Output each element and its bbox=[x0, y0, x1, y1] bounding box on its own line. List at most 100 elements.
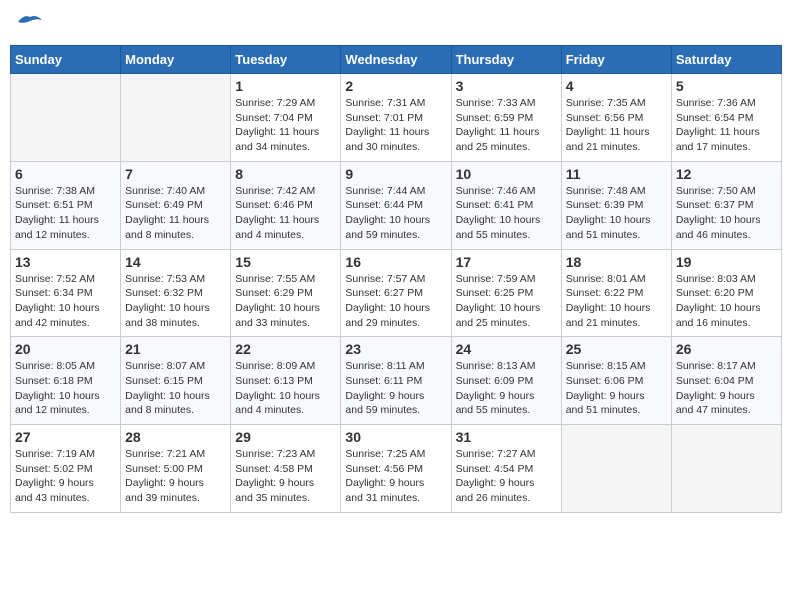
weekday-header: Saturday bbox=[671, 46, 781, 74]
day-info: Sunrise: 8:05 AM Sunset: 6:18 PM Dayligh… bbox=[15, 359, 116, 418]
calendar-week-row: 6 Sunrise: 7:38 AM Sunset: 6:51 PM Daylig… bbox=[11, 161, 782, 249]
day-info: Sunrise: 8:17 AM Sunset: 6:04 PM Dayligh… bbox=[676, 359, 777, 418]
day-info: Sunrise: 8:03 AM Sunset: 6:20 PM Dayligh… bbox=[676, 272, 777, 331]
day-number: 19 bbox=[676, 254, 777, 270]
calendar-cell bbox=[671, 425, 781, 513]
calendar-cell: 27 Sunrise: 7:19 AM Sunset: 5:02 PM Dayli… bbox=[11, 425, 121, 513]
calendar-cell: 25 Sunrise: 8:15 AM Sunset: 6:06 PM Dayli… bbox=[561, 337, 671, 425]
calendar-cell: 12 Sunrise: 7:50 AM Sunset: 6:37 PM Dayli… bbox=[671, 161, 781, 249]
day-info: Sunrise: 7:52 AM Sunset: 6:34 PM Dayligh… bbox=[15, 272, 116, 331]
day-info: Sunrise: 8:07 AM Sunset: 6:15 PM Dayligh… bbox=[125, 359, 226, 418]
calendar-cell: 13 Sunrise: 7:52 AM Sunset: 6:34 PM Dayli… bbox=[11, 249, 121, 337]
day-number: 18 bbox=[566, 254, 667, 270]
day-info: Sunrise: 7:29 AM Sunset: 7:04 PM Dayligh… bbox=[235, 96, 336, 155]
weekday-header: Friday bbox=[561, 46, 671, 74]
calendar-week-row: 27 Sunrise: 7:19 AM Sunset: 5:02 PM Dayli… bbox=[11, 425, 782, 513]
calendar-cell: 24 Sunrise: 8:13 AM Sunset: 6:09 PM Dayli… bbox=[451, 337, 561, 425]
calendar-cell: 10Sunrise: 7:46 AM Sunset: 6:41 PM Dayli… bbox=[451, 161, 561, 249]
day-number: 7 bbox=[125, 166, 226, 182]
day-number: 6 bbox=[15, 166, 116, 182]
day-number: 14 bbox=[125, 254, 226, 270]
calendar-cell: 21 Sunrise: 8:07 AM Sunset: 6:15 PM Dayli… bbox=[121, 337, 231, 425]
day-info: Sunrise: 8:11 AM Sunset: 6:11 PM Dayligh… bbox=[345, 359, 446, 418]
day-info: Sunrise: 7:59 AM Sunset: 6:25 PM Dayligh… bbox=[456, 272, 557, 331]
calendar-header: SundayMondayTuesdayWednesdayThursdayFrid… bbox=[11, 46, 782, 74]
weekday-header: Monday bbox=[121, 46, 231, 74]
day-number: 24 bbox=[456, 341, 557, 357]
calendar-cell: 16 Sunrise: 7:57 AM Sunset: 6:27 PM Dayli… bbox=[341, 249, 451, 337]
day-number: 16 bbox=[345, 254, 446, 270]
weekday-header: Sunday bbox=[11, 46, 121, 74]
day-number: 30 bbox=[345, 429, 446, 445]
logo bbox=[14, 10, 44, 37]
day-info: Sunrise: 7:36 AM Sunset: 6:54 PM Dayligh… bbox=[676, 96, 777, 155]
calendar-cell: 17 Sunrise: 7:59 AM Sunset: 6:25 PM Dayli… bbox=[451, 249, 561, 337]
calendar-cell: 4Sunrise: 7:35 AM Sunset: 6:56 PM Daylig… bbox=[561, 74, 671, 162]
calendar-cell bbox=[11, 74, 121, 162]
day-info: Sunrise: 7:19 AM Sunset: 5:02 PM Dayligh… bbox=[15, 447, 116, 506]
day-info: Sunrise: 7:57 AM Sunset: 6:27 PM Dayligh… bbox=[345, 272, 446, 331]
calendar-cell: 6 Sunrise: 7:38 AM Sunset: 6:51 PM Daylig… bbox=[11, 161, 121, 249]
page-header bbox=[10, 10, 782, 37]
day-info: Sunrise: 7:50 AM Sunset: 6:37 PM Dayligh… bbox=[676, 184, 777, 243]
day-number: 21 bbox=[125, 341, 226, 357]
calendar-week-row: 20 Sunrise: 8:05 AM Sunset: 6:18 PM Dayli… bbox=[11, 337, 782, 425]
calendar-cell: 30 Sunrise: 7:25 AM Sunset: 4:56 PM Dayli… bbox=[341, 425, 451, 513]
day-info: Sunrise: 7:27 AM Sunset: 4:54 PM Dayligh… bbox=[456, 447, 557, 506]
day-number: 23 bbox=[345, 341, 446, 357]
day-info: Sunrise: 7:38 AM Sunset: 6:51 PM Dayligh… bbox=[15, 184, 116, 243]
calendar-week-row: 13 Sunrise: 7:52 AM Sunset: 6:34 PM Dayli… bbox=[11, 249, 782, 337]
day-number: 12 bbox=[676, 166, 777, 182]
calendar-cell: 2 Sunrise: 7:31 AM Sunset: 7:01 PM Daylig… bbox=[341, 74, 451, 162]
day-number: 13 bbox=[15, 254, 116, 270]
day-info: Sunrise: 7:46 AM Sunset: 6:41 PM Dayligh… bbox=[456, 184, 557, 243]
calendar-body: 1 Sunrise: 7:29 AM Sunset: 7:04 PM Daylig… bbox=[11, 74, 782, 513]
calendar-week-row: 1 Sunrise: 7:29 AM Sunset: 7:04 PM Daylig… bbox=[11, 74, 782, 162]
day-info: Sunrise: 7:55 AM Sunset: 6:29 PM Dayligh… bbox=[235, 272, 336, 331]
weekday-header: Tuesday bbox=[231, 46, 341, 74]
day-number: 1 bbox=[235, 78, 336, 94]
day-number: 11 bbox=[566, 166, 667, 182]
day-info: Sunrise: 7:25 AM Sunset: 4:56 PM Dayligh… bbox=[345, 447, 446, 506]
day-info: Sunrise: 8:09 AM Sunset: 6:13 PM Dayligh… bbox=[235, 359, 336, 418]
day-number: 17 bbox=[456, 254, 557, 270]
day-number: 8 bbox=[235, 166, 336, 182]
day-number: 3 bbox=[456, 78, 557, 94]
day-info: Sunrise: 7:42 AM Sunset: 6:46 PM Dayligh… bbox=[235, 184, 336, 243]
calendar-cell: 8 Sunrise: 7:42 AM Sunset: 6:46 PM Daylig… bbox=[231, 161, 341, 249]
calendar-cell: 11 Sunrise: 7:48 AM Sunset: 6:39 PM Dayli… bbox=[561, 161, 671, 249]
day-number: 28 bbox=[125, 429, 226, 445]
calendar-cell: 15Sunrise: 7:55 AM Sunset: 6:29 PM Dayli… bbox=[231, 249, 341, 337]
day-info: Sunrise: 7:44 AM Sunset: 6:44 PM Dayligh… bbox=[345, 184, 446, 243]
day-info: Sunrise: 7:40 AM Sunset: 6:49 PM Dayligh… bbox=[125, 184, 226, 243]
calendar-cell: 3 Sunrise: 7:33 AM Sunset: 6:59 PM Daylig… bbox=[451, 74, 561, 162]
calendar-cell: 1 Sunrise: 7:29 AM Sunset: 7:04 PM Daylig… bbox=[231, 74, 341, 162]
day-info: Sunrise: 8:01 AM Sunset: 6:22 PM Dayligh… bbox=[566, 272, 667, 331]
calendar-cell: 14 Sunrise: 7:53 AM Sunset: 6:32 PM Dayli… bbox=[121, 249, 231, 337]
calendar-cell: 31Sunrise: 7:27 AM Sunset: 4:54 PM Dayli… bbox=[451, 425, 561, 513]
day-info: Sunrise: 7:33 AM Sunset: 6:59 PM Dayligh… bbox=[456, 96, 557, 155]
day-number: 27 bbox=[15, 429, 116, 445]
weekday-header: Wednesday bbox=[341, 46, 451, 74]
calendar-cell: 26Sunrise: 8:17 AM Sunset: 6:04 PM Dayli… bbox=[671, 337, 781, 425]
day-number: 29 bbox=[235, 429, 336, 445]
day-number: 2 bbox=[345, 78, 446, 94]
day-info: Sunrise: 8:15 AM Sunset: 6:06 PM Dayligh… bbox=[566, 359, 667, 418]
day-info: Sunrise: 7:53 AM Sunset: 6:32 PM Dayligh… bbox=[125, 272, 226, 331]
day-info: Sunrise: 8:13 AM Sunset: 6:09 PM Dayligh… bbox=[456, 359, 557, 418]
calendar-cell bbox=[121, 74, 231, 162]
day-number: 20 bbox=[15, 341, 116, 357]
calendar-cell: 5Sunrise: 7:36 AM Sunset: 6:54 PM Daylig… bbox=[671, 74, 781, 162]
calendar-cell: 22 Sunrise: 8:09 AM Sunset: 6:13 PM Dayli… bbox=[231, 337, 341, 425]
calendar-cell: 20 Sunrise: 8:05 AM Sunset: 6:18 PM Dayli… bbox=[11, 337, 121, 425]
day-number: 25 bbox=[566, 341, 667, 357]
logo-bird-icon bbox=[16, 12, 44, 32]
day-info: Sunrise: 7:48 AM Sunset: 6:39 PM Dayligh… bbox=[566, 184, 667, 243]
calendar-cell: 23 Sunrise: 8:11 AM Sunset: 6:11 PM Dayli… bbox=[341, 337, 451, 425]
day-info: Sunrise: 7:31 AM Sunset: 7:01 PM Dayligh… bbox=[345, 96, 446, 155]
calendar-cell: 28Sunrise: 7:21 AM Sunset: 5:00 PM Dayli… bbox=[121, 425, 231, 513]
calendar-cell: 7 Sunrise: 7:40 AM Sunset: 6:49 PM Daylig… bbox=[121, 161, 231, 249]
day-number: 22 bbox=[235, 341, 336, 357]
weekday-header: Thursday bbox=[451, 46, 561, 74]
calendar-cell: 18 Sunrise: 8:01 AM Sunset: 6:22 PM Dayli… bbox=[561, 249, 671, 337]
